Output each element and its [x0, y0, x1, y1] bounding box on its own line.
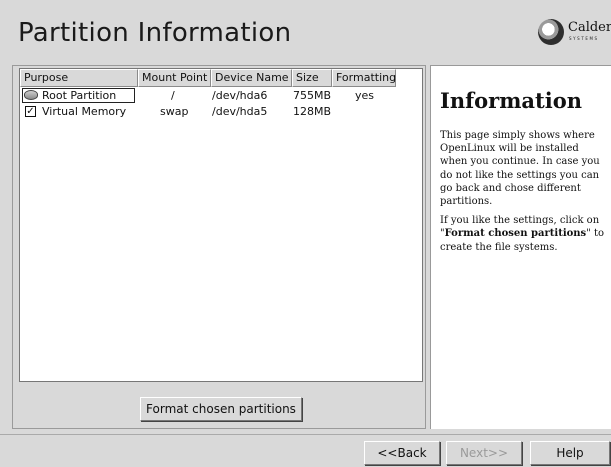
- purpose-cell: Virtual Memory: [42, 105, 127, 118]
- information-panel: Information This page simply shows where…: [430, 65, 611, 429]
- column-header-size[interactable]: Size: [292, 69, 332, 87]
- format-partitions-button[interactable]: Format chosen partitions: [140, 397, 302, 421]
- caldera-logo-icon: [538, 19, 564, 45]
- mount-point-cell: /: [171, 89, 175, 102]
- info-paragraph: If you like the settings, click on "Form…: [440, 215, 605, 253]
- size-cell: 755MB: [293, 89, 332, 102]
- logo-subtext: SYSTEMS: [569, 36, 599, 41]
- page-title: Partition Information: [18, 18, 292, 48]
- disk-icon: [24, 90, 38, 100]
- table-row[interactable]: ✓ Virtual Memory swap /dev/hda5 128MB: [20, 104, 422, 119]
- info-paragraph: This page simply shows where OpenLinux w…: [440, 130, 600, 208]
- logo-text: Caldera: [568, 20, 611, 35]
- partition-list[interactable]: Purpose Mount Point Device Name Size For…: [19, 68, 423, 382]
- table-row[interactable]: Root Partition / /dev/hda6 755MB yes: [20, 88, 422, 103]
- column-header-device-name[interactable]: Device Name: [211, 69, 292, 87]
- device-name-cell: /dev/hda5: [212, 105, 268, 118]
- size-cell: 128MB: [293, 105, 332, 118]
- column-header-formatting[interactable]: Formatting: [332, 69, 396, 87]
- partition-panel: Purpose Mount Point Device Name Size For…: [12, 65, 426, 429]
- purpose-cell: Root Partition: [42, 89, 117, 102]
- column-header-mount-point[interactable]: Mount Point: [138, 69, 211, 87]
- help-button[interactable]: Help: [530, 441, 610, 465]
- column-headers: Purpose Mount Point Device Name Size For…: [20, 69, 422, 87]
- mount-point-cell: swap: [160, 105, 189, 118]
- back-button[interactable]: <<Back: [364, 441, 440, 465]
- header-bar: Partition Information Caldera SYSTEMS: [0, 0, 611, 60]
- column-header-purpose[interactable]: Purpose: [20, 69, 138, 87]
- checkbox-checked-icon[interactable]: ✓: [25, 106, 36, 117]
- info-text: This page simply shows where OpenLinux w…: [440, 129, 608, 260]
- next-button[interactable]: Next>>: [446, 441, 522, 465]
- info-title: Information: [440, 88, 582, 113]
- caldera-logo: Caldera SYSTEMS: [538, 18, 611, 48]
- formatting-cell: yes: [355, 89, 375, 102]
- device-name-cell: /dev/hda6: [212, 89, 268, 102]
- format-link-text: Format chosen partitions: [444, 228, 587, 240]
